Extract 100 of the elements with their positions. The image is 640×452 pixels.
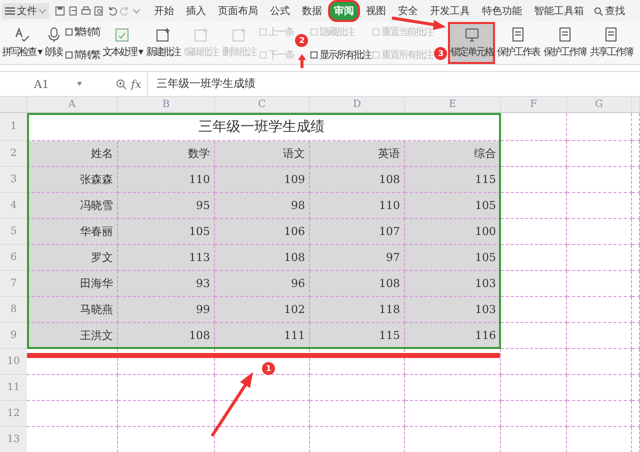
spell-check-icon bbox=[14, 27, 30, 43]
empty-cell bbox=[567, 375, 632, 401]
table-cell: 108 bbox=[310, 271, 405, 297]
header-cell: 英语 bbox=[310, 141, 405, 167]
chevron-down-icon[interactable] bbox=[133, 8, 140, 14]
table-cell: 95 bbox=[118, 193, 215, 219]
column-header[interactable]: C bbox=[215, 97, 310, 113]
arrow bbox=[210, 372, 253, 437]
empty-cell bbox=[567, 167, 632, 193]
row-header[interactable]: 1 bbox=[0, 113, 27, 141]
ribbon-button[interactable]: 显示所有批注 bbox=[310, 48, 370, 62]
table-cell: 华春丽 bbox=[27, 219, 118, 245]
page-icon bbox=[310, 28, 318, 36]
page-icon bbox=[372, 50, 380, 58]
table-cell: 罗文 bbox=[27, 245, 118, 271]
table-cell: 116 bbox=[405, 323, 501, 349]
table-cell: 105 bbox=[405, 193, 501, 219]
row-header[interactable]: 12 bbox=[0, 401, 27, 427]
table-cell: 98 bbox=[215, 193, 310, 219]
table-cell: 113 bbox=[118, 245, 215, 271]
header-cell: 语文 bbox=[215, 141, 310, 167]
column-header[interactable]: E bbox=[405, 97, 501, 113]
column-header[interactable]: B bbox=[118, 97, 215, 113]
table-cell: 99 bbox=[118, 297, 215, 323]
ribbon-button[interactable]: 保护工作表 bbox=[494, 22, 542, 64]
table-cell: 103 bbox=[405, 297, 501, 323]
comment-icon bbox=[154, 27, 171, 43]
save-icon[interactable] bbox=[55, 6, 65, 16]
ribbon-button[interactable]: 新建批注 bbox=[144, 22, 182, 64]
function-label[interactable]: fx bbox=[131, 78, 142, 90]
table-cell: 115 bbox=[310, 323, 405, 349]
ribbon-button[interactable]: 简转繁 bbox=[65, 48, 100, 62]
table-cell: 97 bbox=[310, 245, 405, 271]
page-icon bbox=[258, 28, 267, 36]
table-cell: 冯晓雪 bbox=[27, 193, 118, 219]
export-icon[interactable] bbox=[68, 6, 78, 16]
ribbon-button[interactable]: 保护工作簿 bbox=[541, 22, 588, 64]
column-header[interactable]: F bbox=[501, 97, 567, 113]
zoom-icon[interactable] bbox=[116, 78, 127, 90]
ribbon-tab[interactable]: 数据 bbox=[296, 0, 328, 22]
search-icon bbox=[594, 6, 603, 16]
ribbon-tab[interactable]: 插入 bbox=[180, 0, 212, 22]
table-cell: 118 bbox=[310, 297, 405, 323]
row-header[interactable]: 9 bbox=[0, 323, 27, 349]
table-cell: 100 bbox=[405, 219, 501, 245]
comment-icon bbox=[192, 27, 209, 43]
row-header[interactable]: 10 bbox=[0, 349, 27, 375]
ribbon-button[interactable]: 文本处理 ▾ bbox=[100, 22, 144, 64]
empty-cell bbox=[567, 113, 632, 141]
preview-icon[interactable] bbox=[94, 6, 104, 16]
arrow bbox=[298, 54, 306, 68]
table-cell: 108 bbox=[310, 167, 405, 193]
ribbon-tab[interactable]: 特色功能 bbox=[476, 0, 528, 22]
name-box[interactable]: A1 bbox=[0, 78, 88, 90]
ribbon-button[interactable]: 共享工作簿 bbox=[588, 22, 634, 64]
search-button[interactable]: 查找 bbox=[594, 4, 625, 18]
column-header[interactable]: D bbox=[310, 97, 405, 113]
ribbon-tab[interactable]: 智能工具箱 bbox=[528, 0, 590, 22]
ribbon-button[interactable]: 繁转简 bbox=[65, 24, 100, 38]
empty-cell bbox=[567, 349, 632, 375]
row-header[interactable]: 5 bbox=[0, 219, 27, 245]
row-header[interactable]: 8 bbox=[0, 297, 27, 323]
microphone-icon bbox=[46, 27, 62, 43]
sheet-icon bbox=[510, 27, 526, 43]
menu-icon bbox=[5, 7, 15, 15]
ribbon-tab[interactable]: 开始 bbox=[148, 0, 180, 22]
ribbon-tab[interactable]: 安全 bbox=[392, 0, 424, 22]
print-icon[interactable] bbox=[81, 6, 91, 16]
table-cell: 105 bbox=[118, 219, 215, 245]
ribbon-tab[interactable]: 页面布局 bbox=[212, 0, 264, 22]
chevron-down-icon bbox=[39, 8, 46, 14]
row-header[interactable]: 11 bbox=[0, 375, 27, 401]
step-badge: 2 bbox=[295, 34, 308, 47]
ribbon-tab[interactable]: 开发工具 bbox=[424, 0, 476, 22]
undo-icon[interactable] bbox=[107, 6, 117, 16]
row-header[interactable]: 6 bbox=[0, 245, 27, 271]
page-icon bbox=[310, 50, 318, 58]
row-header[interactable]: 2 bbox=[0, 141, 27, 167]
empty-cell bbox=[567, 245, 632, 271]
row-header[interactable]: 4 bbox=[0, 193, 27, 219]
ribbon-tab[interactable]: 视图 bbox=[360, 0, 392, 22]
ribbon-button[interactable]: 朗读 bbox=[43, 22, 64, 64]
row-header[interactable]: 13 bbox=[0, 427, 27, 452]
table-cell: 115 bbox=[405, 167, 501, 193]
empty-cell bbox=[567, 401, 632, 427]
formula-input[interactable]: 三年级一班学生成绩 bbox=[147, 72, 640, 96]
empty-cell bbox=[567, 141, 632, 167]
table-cell: 106 bbox=[215, 219, 310, 245]
file-menu[interactable]: 文件 bbox=[2, 3, 49, 19]
column-header[interactable]: A bbox=[27, 97, 118, 113]
ribbon-tab[interactable]: 公式 bbox=[264, 0, 296, 22]
page-icon bbox=[372, 28, 380, 36]
table-cell: 102 bbox=[215, 297, 310, 323]
ribbon-tab[interactable]: 审阅 bbox=[328, 0, 360, 22]
chevron-down-icon bbox=[77, 82, 82, 86]
ribbon-button[interactable]: 拼写检查 ▾ bbox=[0, 22, 44, 64]
row-header[interactable]: 3 bbox=[0, 167, 27, 193]
column-header[interactable]: G bbox=[567, 97, 632, 113]
ribbon-button[interactable]: 锁定单元格 bbox=[448, 22, 495, 64]
row-header[interactable]: 7 bbox=[0, 271, 27, 297]
